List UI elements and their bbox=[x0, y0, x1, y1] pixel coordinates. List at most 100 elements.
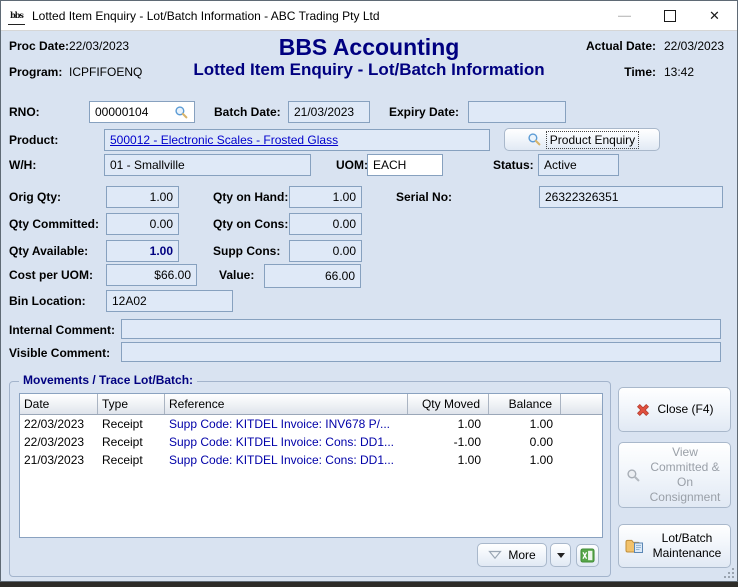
movements-groupbox: Movements / Trace Lot/Batch: Date Type R… bbox=[9, 381, 611, 577]
app-icon: bbs bbox=[8, 7, 25, 25]
app-window: bbs Lotted Item Enquiry - Lot/Batch Info… bbox=[0, 0, 738, 582]
movements-table-header: Date Type Reference Qty Moved Balance bbox=[20, 394, 602, 415]
window-controls: — ✕ bbox=[602, 1, 737, 30]
product-link[interactable]: 500012 - Electronic Scales - Frosted Gla… bbox=[110, 133, 338, 147]
serial-no-value: 26322326351 bbox=[545, 190, 618, 204]
batch-date-value: 21/03/2023 bbox=[294, 105, 354, 119]
cell-reference: Supp Code: KITDEL Invoice: INV678 P/... bbox=[165, 417, 408, 431]
orig-qty-label: Orig Qty: bbox=[9, 190, 61, 204]
value-field: 66.00 bbox=[264, 264, 361, 288]
cell-reference: Supp Code: KITDEL Invoice: Cons: DD1... bbox=[165, 453, 408, 467]
product-enquiry-search-icon bbox=[527, 132, 542, 147]
minimize-button[interactable]: — bbox=[602, 1, 647, 30]
movements-group-label: Movements / Trace Lot/Batch: bbox=[19, 373, 197, 387]
excel-icon bbox=[580, 548, 595, 563]
cell-balance: 1.00 bbox=[489, 417, 561, 431]
more-triangle-icon bbox=[488, 550, 502, 560]
uom-value: EACH bbox=[373, 158, 406, 172]
cell-balance: 1.00 bbox=[489, 453, 561, 467]
serial-no-label: Serial No: bbox=[396, 190, 452, 204]
cell-date: 21/03/2023 bbox=[20, 453, 98, 467]
cell-qty-moved: 1.00 bbox=[408, 417, 489, 431]
status-value: Active bbox=[544, 158, 577, 172]
qty-committed-label: Qty Committed: bbox=[9, 217, 99, 231]
cell-type: Receipt bbox=[98, 453, 165, 467]
expiry-date-label: Expiry Date: bbox=[389, 105, 459, 119]
uom-field[interactable]: EACH bbox=[367, 154, 443, 176]
supp-cons-value: 0.00 bbox=[333, 244, 356, 258]
maximize-icon bbox=[664, 10, 676, 22]
actual-date-label: Actual Date: bbox=[541, 39, 656, 53]
uom-label: UOM: bbox=[336, 158, 368, 172]
rno-search-icon[interactable] bbox=[174, 105, 189, 120]
bin-location-value: 12A02 bbox=[112, 294, 147, 308]
cost-per-uom-field: $66.00 bbox=[106, 264, 197, 286]
qty-available-field: 1.00 bbox=[106, 240, 179, 262]
cell-qty-moved: 1.00 bbox=[408, 453, 489, 467]
status-field: Active bbox=[538, 154, 619, 176]
visible-comment-label: Visible Comment: bbox=[9, 346, 110, 360]
movement-row[interactable]: 22/03/2023 Receipt Supp Code: KITDEL Inv… bbox=[20, 433, 602, 451]
qty-on-cons-value: 0.00 bbox=[333, 217, 356, 231]
time-label: Time: bbox=[541, 65, 656, 79]
lot-batch-maintenance-button[interactable]: Lot/Batch Maintenance bbox=[618, 524, 731, 568]
qty-on-hand-value: 1.00 bbox=[333, 190, 356, 204]
cell-date: 22/03/2023 bbox=[20, 417, 98, 431]
batch-date-field: 21/03/2023 bbox=[288, 101, 370, 123]
view-committed-button: View Committed & On Consignment bbox=[618, 442, 731, 508]
movement-row[interactable]: 22/03/2023 Receipt Supp Code: KITDEL Inv… bbox=[20, 415, 602, 433]
rno-value: 00000104 bbox=[95, 105, 148, 119]
more-button[interactable]: More bbox=[477, 543, 547, 567]
cell-qty-moved: -1.00 bbox=[408, 435, 489, 449]
qty-on-cons-field: 0.00 bbox=[289, 213, 362, 235]
rno-label: RNO: bbox=[9, 105, 40, 119]
orig-qty-field: 1.00 bbox=[106, 186, 179, 208]
close-window-button[interactable]: ✕ bbox=[692, 1, 737, 30]
internal-comment-label: Internal Comment: bbox=[9, 323, 115, 337]
visible-comment-field bbox=[121, 342, 721, 362]
col-header-date[interactable]: Date bbox=[20, 394, 98, 414]
movements-table: Date Type Reference Qty Moved Balance 22… bbox=[19, 393, 603, 538]
close-x-icon bbox=[635, 402, 651, 418]
qty-committed-field: 0.00 bbox=[106, 213, 179, 235]
folder-document-icon bbox=[625, 538, 644, 554]
dropdown-arrow-icon bbox=[557, 553, 565, 558]
actual-date-value: 22/03/2023 bbox=[664, 39, 724, 53]
qty-committed-value: 0.00 bbox=[150, 217, 173, 231]
movement-row[interactable]: 21/03/2023 Receipt Supp Code: KITDEL Inv… bbox=[20, 451, 602, 469]
product-enquiry-button[interactable]: Product Enquiry bbox=[504, 128, 660, 151]
resize-grip[interactable] bbox=[724, 568, 734, 578]
maximize-button[interactable] bbox=[647, 1, 692, 30]
batch-date-label: Batch Date: bbox=[214, 105, 281, 119]
bin-location-field: 12A02 bbox=[106, 290, 233, 312]
view-committed-button-label: View Committed & On Consignment bbox=[647, 445, 723, 505]
close-button[interactable]: Close (F4) bbox=[618, 387, 731, 432]
excel-export-button[interactable] bbox=[576, 544, 599, 567]
expiry-date-field bbox=[468, 101, 566, 123]
internal-comment-field bbox=[121, 319, 721, 339]
col-header-reference[interactable]: Reference bbox=[165, 394, 408, 414]
title-bar: bbs Lotted Item Enquiry - Lot/Batch Info… bbox=[1, 1, 737, 31]
qty-on-cons-label: Qty on Cons: bbox=[213, 217, 288, 231]
supp-cons-field: 0.00 bbox=[289, 240, 362, 262]
col-header-type[interactable]: Type bbox=[98, 394, 165, 414]
time-value: 13:42 bbox=[664, 65, 694, 79]
col-header-balance[interactable]: Balance bbox=[489, 394, 561, 414]
more-dropdown-button[interactable] bbox=[550, 543, 571, 567]
close-button-label: Close (F4) bbox=[657, 402, 713, 417]
product-field: 500012 - Electronic Scales - Frosted Gla… bbox=[104, 129, 490, 151]
cell-balance: 0.00 bbox=[489, 435, 561, 449]
col-header-qty-moved[interactable]: Qty Moved bbox=[408, 394, 489, 414]
status-label: Status: bbox=[493, 158, 534, 172]
qty-available-label: Qty Available: bbox=[9, 244, 88, 258]
qty-on-hand-field: 1.00 bbox=[289, 186, 362, 208]
view-committed-search-icon bbox=[626, 468, 641, 483]
rno-input[interactable]: 00000104 bbox=[89, 101, 195, 123]
cost-per-uom-value: $66.00 bbox=[154, 268, 191, 282]
value-label: Value: bbox=[219, 268, 254, 282]
product-label: Product: bbox=[9, 133, 58, 147]
cell-reference: Supp Code: KITDEL Invoice: Cons: DD1... bbox=[165, 435, 408, 449]
qty-available-value: 1.00 bbox=[150, 244, 173, 258]
more-button-label: More bbox=[508, 548, 535, 562]
cost-per-uom-label: Cost per UOM: bbox=[9, 268, 93, 282]
